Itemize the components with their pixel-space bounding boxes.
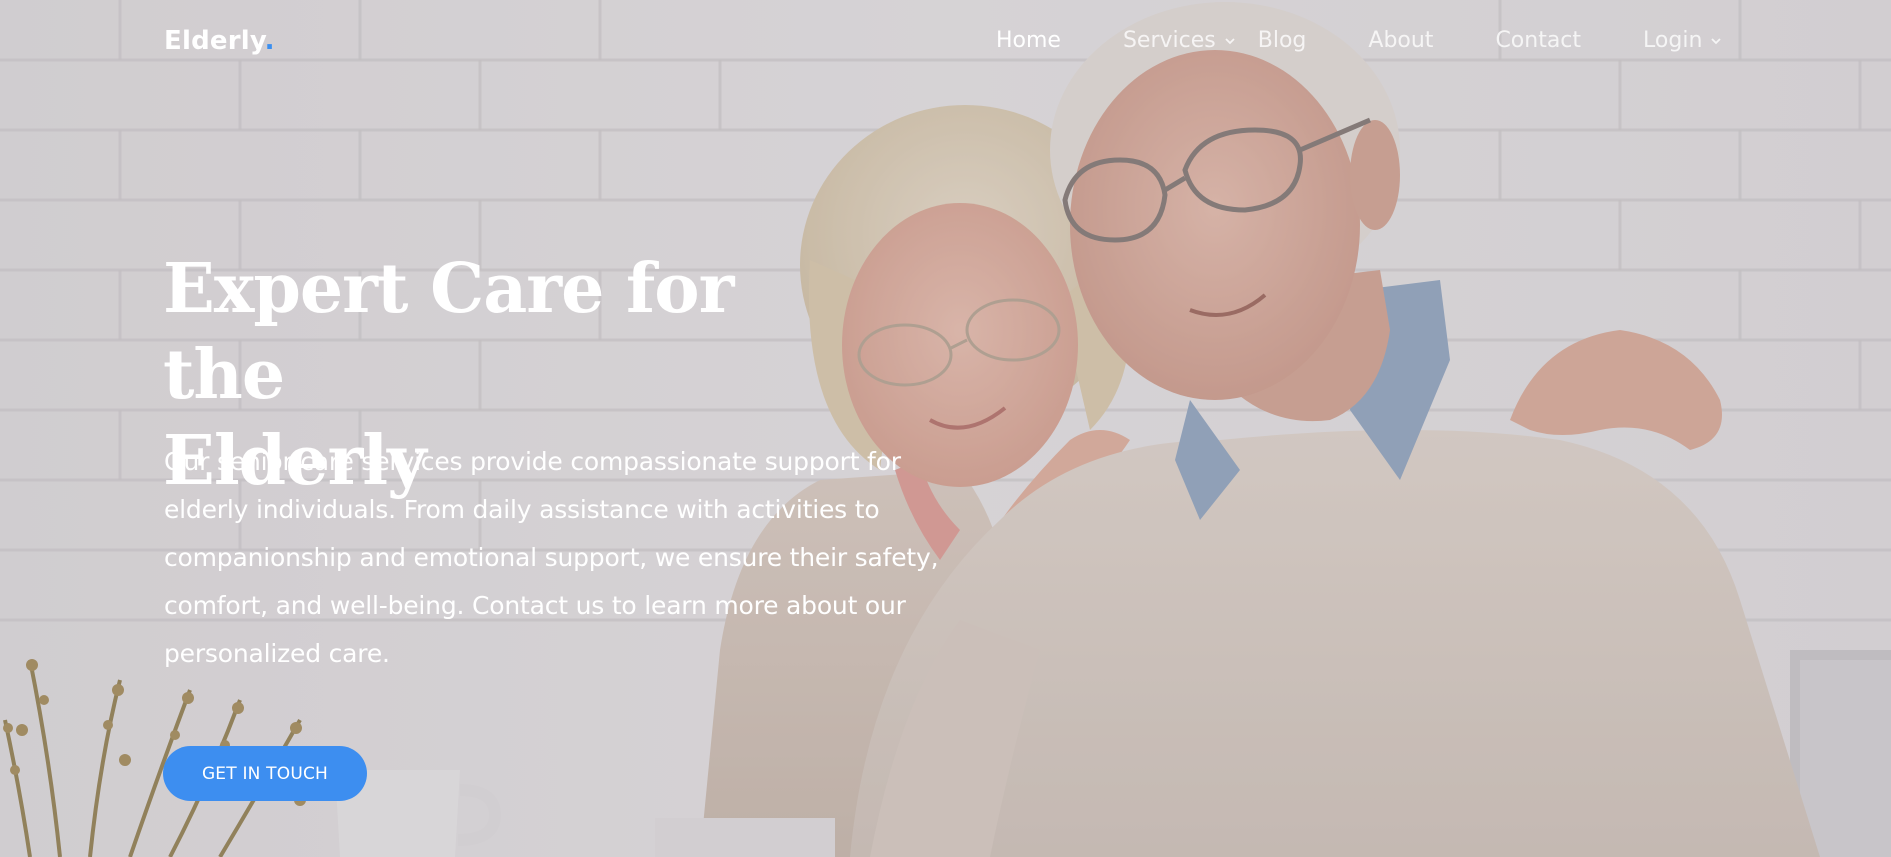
nav-item-about[interactable]: About [1368, 28, 1433, 53]
brand-logo[interactable]: Elderly. [164, 26, 275, 56]
nav-item-contact[interactable]: Contact [1495, 28, 1581, 53]
nav-item-label: Services [1122, 28, 1216, 53]
nav-item-home[interactable]: Home [996, 28, 1061, 53]
nav-item-label: Home [996, 28, 1061, 53]
brand-name: Elderly [164, 26, 265, 56]
hero-title-line1: Expert Care for the [163, 249, 734, 415]
nav-item-services[interactable]: Services [1123, 28, 1236, 53]
nav-item-label: Login [1643, 28, 1703, 53]
navbar: Elderly. Home Services Blog About Contac… [0, 0, 1891, 86]
nav-item-blog[interactable]: Blog [1258, 28, 1307, 53]
chevron-down-icon [1711, 37, 1722, 44]
brand-dot: . [264, 26, 275, 56]
nav-links: Home Services Blog About Contact Login [996, 28, 1722, 53]
nav-item-login[interactable]: Login [1643, 28, 1722, 53]
nav-item-label: Contact [1495, 28, 1582, 53]
nav-item-label: Blog [1257, 28, 1307, 53]
chevron-down-icon [1225, 37, 1235, 44]
nav-item-label: About [1368, 28, 1434, 53]
hero-section: Elderly. Home Services Blog About Contac… [0, 0, 1891, 857]
get-in-touch-button[interactable]: GET IN TOUCH [163, 746, 367, 801]
hero-description: Our senior care services provide compass… [164, 447, 939, 668]
